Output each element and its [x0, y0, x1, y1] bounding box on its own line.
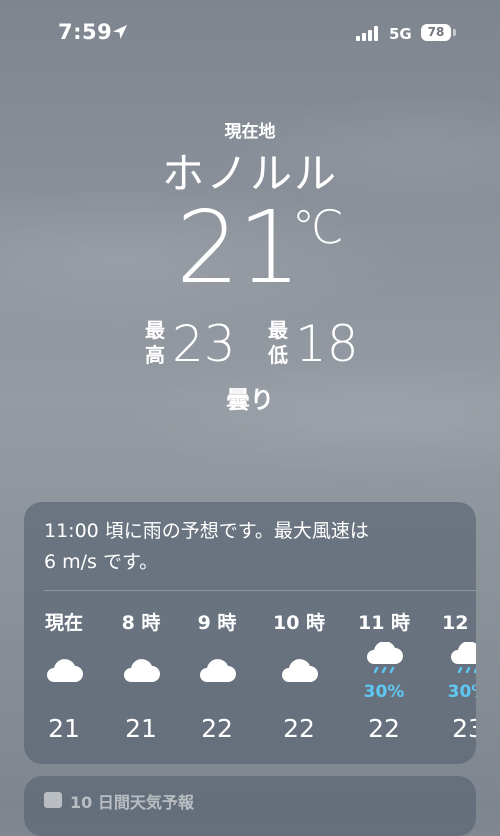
forecast-summary-line-1: 11:00 頃に雨の予想です。最大風速は: [44, 520, 369, 542]
cellular-signal-icon: [356, 26, 378, 41]
hour-temperature: 22: [283, 714, 315, 743]
status-time: 7:59: [58, 20, 113, 44]
hour-temperature: 21: [48, 714, 80, 743]
battery-tip: [453, 29, 456, 36]
hour-label: 現在: [44, 612, 83, 634]
hourly-item: 10 時 22: [259, 602, 339, 752]
hour-label: 12 時: [441, 612, 476, 634]
precipitation-chance: 30%: [447, 682, 476, 702]
current-temperature: 21 ℃: [0, 196, 500, 306]
hour-label: 9 時: [197, 612, 237, 634]
cloud-icon: [282, 659, 318, 682]
cloud-icon: [47, 659, 83, 682]
weather-condition: 曇り: [226, 386, 274, 414]
divider: [44, 590, 476, 591]
hourly-item: 11 時 30% 22: [344, 602, 424, 752]
location-caption: 現在地: [224, 122, 276, 142]
cloud-rain-icon: [367, 642, 403, 674]
battery-icon: 78: [421, 24, 457, 42]
precipitation-chance: 30%: [363, 682, 405, 702]
low-temperature: 18: [295, 315, 359, 373]
hour-label: 8 時: [121, 612, 161, 634]
hourly-forecast-card[interactable]: 11:00 頃に雨の予想です。最大風速は 6 m/s です。 現在 21 8 時…: [24, 502, 476, 764]
calendar-icon: [44, 792, 62, 808]
hour-temperature: 21: [125, 714, 157, 743]
hourly-item: 12 時 30% 23: [428, 602, 476, 752]
daily-forecast-card[interactable]: 10 日間天気予報: [24, 776, 476, 836]
low-label-2: 低: [268, 343, 288, 367]
hour-temperature: 22: [368, 714, 400, 743]
hourly-item: 9 時 22: [177, 602, 257, 752]
hourly-item: 8 時 21: [101, 602, 181, 752]
cloud-icon: [124, 659, 160, 682]
daily-forecast-title: 10 日間天気予報: [70, 793, 194, 812]
network-type: 5G: [389, 25, 412, 43]
high-temperature: 23: [172, 315, 236, 373]
forecast-summary-line-2: 6 m/s です。: [44, 551, 159, 573]
cloud-icon: [200, 659, 236, 682]
hour-label: 10 時: [272, 612, 326, 634]
hour-label: 11 時: [357, 612, 411, 634]
hour-temperature: 22: [201, 714, 233, 743]
hourly-item: 現在 21: [24, 602, 104, 752]
temperature-value: 21: [176, 189, 301, 306]
status-bar: 7:59 5G 78: [0, 0, 500, 60]
hour-temperature: 23: [452, 714, 476, 743]
forecast-summary: 11:00 頃に雨の予想です。最大風速は 6 m/s です。: [44, 516, 464, 578]
high-label-2: 高: [145, 343, 165, 367]
cloud-rain-icon: [451, 642, 476, 674]
battery-level: 78: [421, 24, 451, 41]
temperature-unit: ℃: [292, 200, 344, 254]
low-label-1: 最: [268, 318, 288, 342]
location-arrow-icon: [113, 25, 127, 39]
high-low: 最 高 23 最 低 18: [0, 316, 500, 372]
high-label-1: 最: [145, 318, 165, 342]
